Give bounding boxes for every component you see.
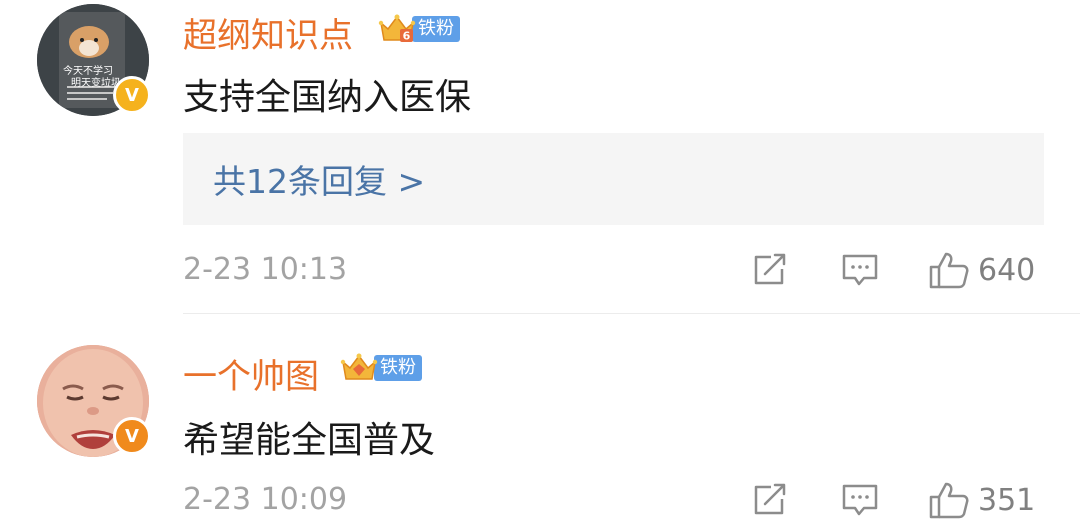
fan-badge[interactable]: 6 铁粉 bbox=[378, 14, 460, 44]
crown-icon bbox=[340, 352, 378, 384]
avatar[interactable]: 今天不学习 明天变垃圾 V bbox=[37, 4, 151, 116]
comment-item: V 一个帅图 铁粉 希望能全国普及 2-23 10:09 351 bbox=[0, 315, 1080, 527]
view-replies-link[interactable]: 共12条回复 > bbox=[213, 155, 425, 203]
like-icon bbox=[929, 482, 969, 519]
like-icon bbox=[929, 252, 969, 289]
crown-icon: 6 bbox=[378, 13, 416, 45]
avatar[interactable]: V bbox=[37, 345, 151, 457]
share-button[interactable] bbox=[751, 480, 789, 520]
comment-icon bbox=[842, 484, 878, 516]
username[interactable]: 超纲知识点 bbox=[183, 8, 353, 57]
replies-box[interactable]: 共12条回复 > bbox=[183, 133, 1044, 225]
comment-text: 支持全国纳入医保 bbox=[183, 77, 472, 118]
like-button[interactable]: 351 bbox=[928, 480, 1035, 520]
username[interactable]: 一个帅图 bbox=[183, 349, 319, 398]
share-icon bbox=[754, 253, 786, 285]
like-count: 640 bbox=[978, 252, 1036, 288]
like-button[interactable]: 640 bbox=[928, 250, 1035, 290]
comment-meta: 2-23 10:09 351 bbox=[183, 480, 1044, 520]
comment-text: 希望能全国普及 bbox=[183, 420, 436, 461]
timestamp: 2-23 10:13 bbox=[183, 252, 348, 287]
like-count: 351 bbox=[978, 482, 1036, 518]
reply-button[interactable] bbox=[841, 250, 879, 290]
comment-item: 今天不学习 明天变垃圾 V 超纲知识点 6 铁粉 支持全国纳入医保 共12条回复… bbox=[0, 0, 1080, 315]
verified-icon: V bbox=[113, 417, 151, 455]
fan-badge[interactable]: 铁粉 bbox=[340, 353, 422, 383]
timestamp: 2-23 10:09 bbox=[183, 482, 348, 517]
reply-button[interactable] bbox=[841, 480, 879, 520]
fan-label: 铁粉 bbox=[412, 16, 460, 42]
divider bbox=[183, 313, 1080, 314]
comment-icon bbox=[842, 254, 878, 286]
svg-text:6: 6 bbox=[403, 30, 411, 43]
share-icon bbox=[754, 483, 786, 515]
fan-label: 铁粉 bbox=[374, 355, 422, 381]
verified-icon: V bbox=[113, 76, 151, 114]
comment-meta: 2-23 10:13 640 bbox=[183, 250, 1044, 290]
share-button[interactable] bbox=[751, 250, 789, 290]
